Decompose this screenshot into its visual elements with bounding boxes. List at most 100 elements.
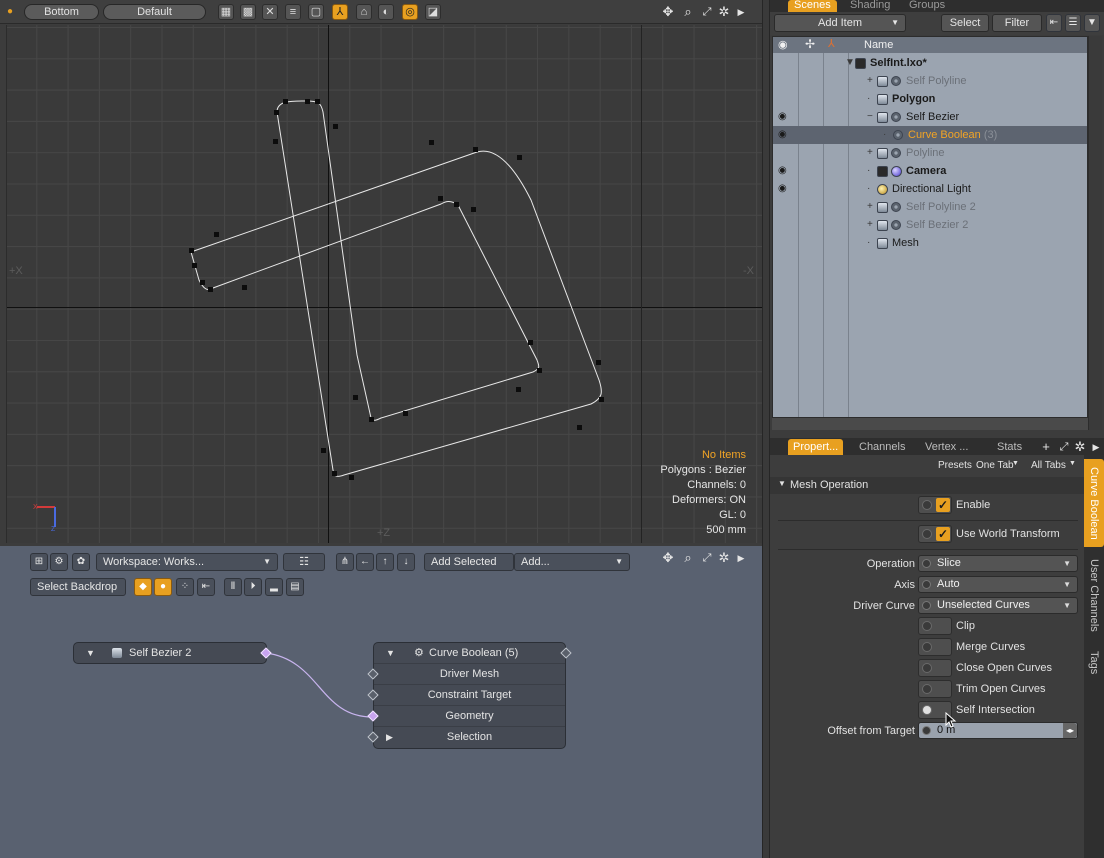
- presets-dropdown[interactable]: Presets: [938, 460, 972, 471]
- eye-icon[interactable]: ◉: [778, 162, 787, 180]
- eye-icon[interactable]: ◉: [778, 126, 787, 144]
- scene-item-row[interactable]: · Mesh: [773, 234, 1087, 252]
- box-icon[interactable]: ▢: [308, 4, 324, 20]
- side-tab-curve-boolean[interactable]: Curve Boolean: [1084, 459, 1104, 547]
- arrow-up-icon[interactable]: ↑: [376, 553, 394, 571]
- scene-item-row[interactable]: ◉ · Camera: [773, 162, 1087, 180]
- schematic-canvas[interactable]: ▼ Self Bezier 2 ▼ ⚙ Curve Boolean (5) Dr…: [0, 600, 762, 858]
- side-tab-tags[interactable]: Tags: [1084, 643, 1104, 683]
- scene-item-row[interactable]: + Polyline: [773, 144, 1087, 162]
- workspace-dropdown[interactable]: Workspace: Works... ▼: [96, 553, 278, 571]
- offset-input[interactable]: 0 m ◂▸: [918, 722, 1078, 739]
- scene-item-row[interactable]: ▼ SelfInt.lxo*: [773, 54, 1087, 72]
- minimize-icon[interactable]: ▂: [265, 578, 283, 596]
- snap-icon[interactable]: ◪: [425, 4, 441, 20]
- add-dropdown[interactable]: Add... ▼: [514, 553, 630, 571]
- input-constraint-target[interactable]: Constraint Target: [367, 684, 565, 705]
- arrow-down-icon[interactable]: ↓: [397, 553, 415, 571]
- tab-shading[interactable]: Shading: [844, 0, 896, 12]
- schematic-options-icon[interactable]: ✿: [72, 553, 90, 571]
- properties-expand-icon[interactable]: ▶: [1088, 439, 1104, 455]
- side-tab-user-channels[interactable]: User Channels: [1084, 551, 1104, 639]
- tree-toggle-icon[interactable]: ·: [867, 180, 870, 198]
- scene-item-row[interactable]: ◉ · Curve Boolean (3): [773, 126, 1087, 144]
- scene-item-row[interactable]: + Self Bezier 2: [773, 216, 1087, 234]
- tree-icon[interactable]: ⋔: [336, 553, 354, 571]
- tree-toggle-icon[interactable]: +: [867, 216, 873, 234]
- clip-checkbox[interactable]: [918, 617, 952, 635]
- step-icon[interactable]: ⏵: [244, 578, 262, 596]
- tree-toggle-icon[interactable]: +: [867, 198, 873, 216]
- add-tab-icon[interactable]: +: [1038, 439, 1054, 455]
- list-icon[interactable]: ☰: [1065, 14, 1081, 32]
- expand-arrow-icon[interactable]: ▼: [845, 54, 855, 72]
- wireframe-icon[interactable]: ✕: [262, 4, 278, 20]
- scene-item-list[interactable]: ◉ ✢ ⅄ Name ▼ SelfInt.lxo* + Self Polyline · P…: [772, 36, 1088, 418]
- fit-icon[interactable]: ⤢: [699, 4, 715, 20]
- texture-icon[interactable]: ◐: [378, 4, 394, 20]
- properties-settings-icon[interactable]: ✲: [1072, 439, 1088, 455]
- diamond-icon[interactable]: ◆: [134, 578, 152, 596]
- tree-toggle-icon[interactable]: −: [867, 108, 873, 126]
- operation-dropdown[interactable]: Slice ▼: [918, 555, 1078, 572]
- enable-checkbox[interactable]: ✓: [918, 496, 952, 514]
- circle-icon[interactable]: ●: [154, 578, 172, 596]
- section-header[interactable]: ▼ Mesh Operation: [770, 477, 1084, 494]
- input-driver-mesh[interactable]: Driver Mesh: [367, 663, 565, 684]
- funnel-icon[interactable]: ▼: [1084, 14, 1100, 32]
- dots-icon[interactable]: ⁘: [176, 578, 194, 596]
- view-dropdown[interactable]: Bottom: [24, 4, 99, 20]
- layout-icon[interactable]: ☷: [283, 553, 325, 571]
- schematic-settings-icon[interactable]: ✲: [716, 550, 732, 566]
- tab-scenes[interactable]: Scenes: [788, 0, 837, 12]
- style-dropdown[interactable]: Default: [103, 4, 206, 20]
- input-geometry[interactable]: Geometry: [367, 705, 565, 726]
- vertex-icon[interactable]: ◎: [402, 4, 418, 20]
- tree-toggle-icon[interactable]: ·: [883, 126, 886, 144]
- add-item-button[interactable]: Add Item ▼: [774, 14, 906, 32]
- all-tabs-dropdown[interactable]: All Tabs: [1031, 460, 1066, 471]
- scene-item-row[interactable]: + Self Polyline: [773, 72, 1087, 90]
- add-selected-button[interactable]: Add Selected: [424, 553, 514, 571]
- zoom-icon[interactable]: ⌕: [680, 4, 696, 20]
- 3d-viewport[interactable]: +X -X +Z X Z No Items Polygons : Bezier …: [6, 25, 762, 543]
- collapse-arrow-icon[interactable]: ▼: [386, 643, 395, 663]
- collapse-icon[interactable]: ⇤: [197, 578, 215, 596]
- tab-stats[interactable]: Stats: [992, 439, 1027, 455]
- schematic-gear-icon[interactable]: ⚙: [50, 553, 68, 571]
- tab-properties[interactable]: Propert...: [788, 439, 844, 455]
- select-button[interactable]: Select: [941, 14, 989, 32]
- drag-handle-icon[interactable]: ◂▸: [1063, 723, 1077, 738]
- pause-icon[interactable]: Ⅱ: [224, 578, 242, 596]
- tree-toggle-icon[interactable]: ·: [867, 162, 870, 180]
- axis-dropdown[interactable]: Auto ▼: [918, 576, 1078, 593]
- schematic-expand-icon[interactable]: ▶: [733, 550, 749, 566]
- tree-toggle-icon[interactable]: +: [867, 72, 873, 90]
- input-selection[interactable]: ▶ Selection: [367, 726, 565, 747]
- merge-curves-checkbox[interactable]: [918, 638, 952, 656]
- tab-vertex[interactable]: Vertex ...: [920, 439, 973, 455]
- pan-icon[interactable]: ✥: [660, 550, 676, 566]
- hatch-icon[interactable]: ≡: [285, 4, 301, 20]
- tree-toggle-icon[interactable]: +: [867, 144, 873, 162]
- axis-column-icon[interactable]: ⅄: [828, 37, 835, 50]
- viewport-expand-icon[interactable]: ▶: [733, 4, 749, 20]
- one-tab-dropdown[interactable]: One Tab: [976, 460, 1014, 471]
- eye-icon[interactable]: ◉: [778, 180, 787, 198]
- driver-curve-dropdown[interactable]: Unselected Curves ▼: [918, 597, 1078, 614]
- lock-column-icon[interactable]: ✢: [805, 37, 815, 51]
- axis-icon[interactable]: ⅄: [332, 4, 348, 20]
- fit-icon[interactable]: ⤢: [1056, 439, 1072, 455]
- eye-column-icon[interactable]: ◉: [778, 38, 788, 51]
- arrow-left-icon[interactable]: ←: [356, 553, 374, 571]
- horizontal-scrollbar[interactable]: [772, 418, 1088, 430]
- tab-groups[interactable]: Groups: [903, 0, 951, 12]
- grid-icon[interactable]: ▩: [240, 4, 256, 20]
- vertical-scrollbar[interactable]: [1088, 36, 1102, 430]
- trim-open-curves-checkbox[interactable]: [918, 680, 952, 698]
- schematic-menu-icon[interactable]: ⊞: [30, 553, 48, 571]
- name-column-header[interactable]: Name: [864, 39, 893, 51]
- scene-item-row[interactable]: + Self Polyline 2: [773, 198, 1087, 216]
- filter-button[interactable]: Filter: [992, 14, 1042, 32]
- viewport-settings-icon[interactable]: ✲: [716, 4, 732, 20]
